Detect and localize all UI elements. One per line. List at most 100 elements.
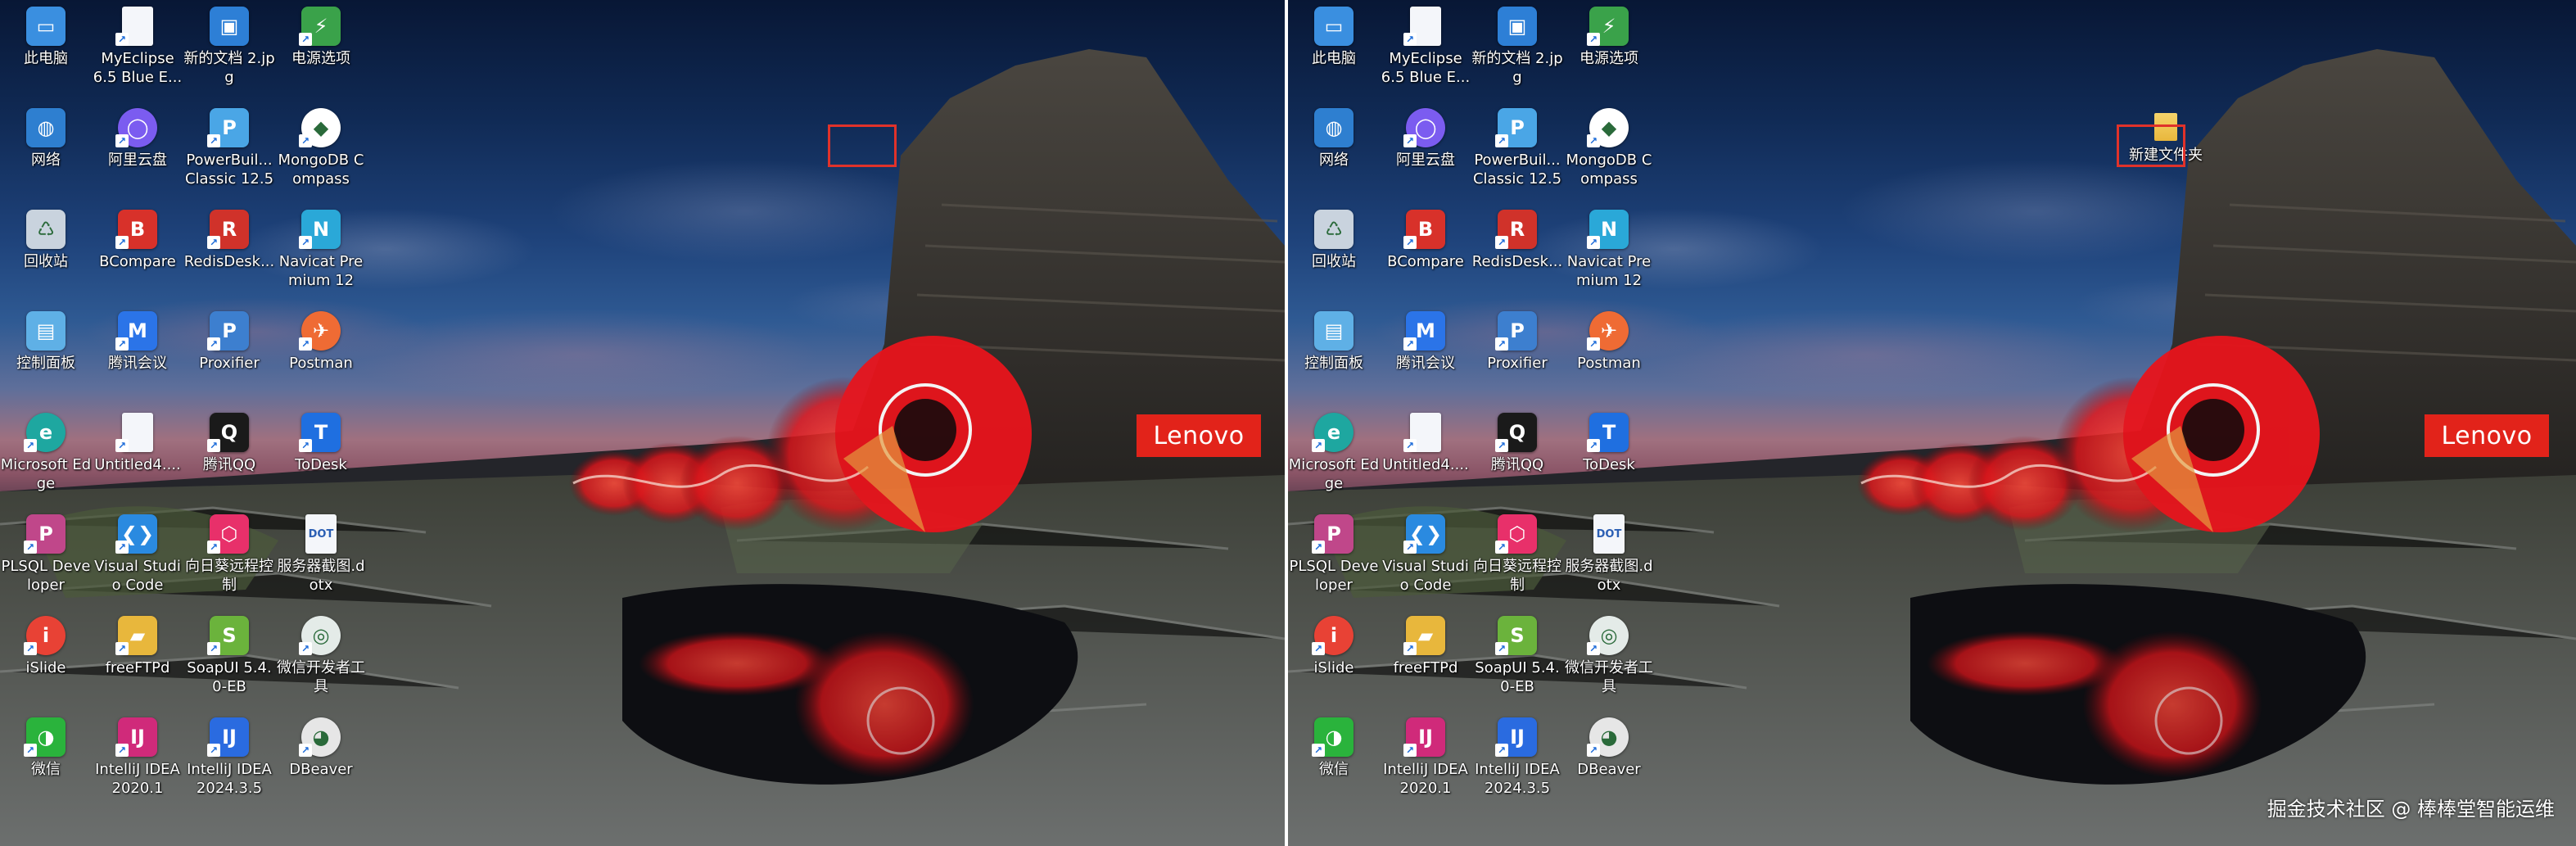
desktop-icon-label: 向日葵远程控制 — [185, 558, 273, 594]
desktop-icon[interactable]: ▣ 新的文档 2.jpg — [183, 0, 275, 97]
desktop-icon[interactable]: IJ ↗ IntelliJ IDEA 2024.3.5 — [183, 711, 275, 808]
desktop-icon-label: 此电脑 — [1312, 50, 1356, 67]
desktop-icon[interactable]: ♺ 回收站 — [1288, 203, 1380, 300]
desktop-icon[interactable]: ◑ ↗ 微信 — [0, 711, 92, 808]
desktop-icon[interactable]: ▰ ↗ freeFTPd — [1380, 609, 1471, 706]
desktop-icon[interactable]: ◎ ↗ 微信开发者工具 — [1563, 609, 1655, 706]
shortcut-arrow-icon: ↗ — [1587, 33, 1600, 46]
dotx-file-icon: DOT — [305, 514, 337, 554]
desktop-icon[interactable]: S ↗ SoapUI 5.4.0-EB — [183, 609, 275, 706]
desktop-icon[interactable]: ◑ ↗ 微信 — [1288, 711, 1380, 808]
desktop-icon[interactable]: ◯ ↗ 阿里云盘 — [92, 102, 183, 198]
desktop-icon[interactable]: ↗ Untitled4.... — [92, 406, 183, 503]
desktop-icon[interactable]: ⚡ ↗ 电源选项 — [275, 0, 367, 97]
desktop-icon[interactable]: ◎ ↗ 微信开发者工具 — [275, 609, 367, 706]
desktop-icon[interactable]: ✈ ↗ Postman — [1563, 305, 1655, 401]
shortcut-arrow-icon: ↗ — [115, 439, 129, 452]
desktop-icon-label: IntelliJ IDEA 2024.3.5 — [1475, 761, 1560, 797]
desktop-icon[interactable]: B ↗ BCompare — [92, 203, 183, 300]
desktop-icon[interactable]: ❮❯ ↗ Visual Studio Code — [92, 508, 183, 604]
desktop-icon[interactable]: ◆ ↗ MongoDB Compass — [275, 102, 367, 198]
desktop-icon-label: 腾讯会议 — [108, 355, 167, 372]
desktop-icon[interactable]: ♺ 回收站 — [0, 203, 92, 300]
shortcut-arrow-icon: ↗ — [1312, 744, 1325, 757]
desktop-icon[interactable]: T ↗ ToDesk — [275, 406, 367, 503]
desktop-icon[interactable]: ⬡ ↗ 向日葵远程控制 — [183, 508, 275, 604]
desktop-icon-label: 微信 — [31, 761, 61, 778]
desktop-icon[interactable]: P ↗ PLSQL Developer — [1288, 508, 1380, 604]
desktop-icon-label: 微信 — [1319, 761, 1349, 778]
desktop-before[interactable]: ▭ 此电脑 ↗ MyEclipse 6.5 Blue E... ▣ 新的文档 2.jpg ⚡… — [0, 0, 1285, 846]
shortcut-arrow-icon: ↗ — [1587, 337, 1600, 351]
desktop-icon[interactable]: ◍ 网络 — [0, 102, 92, 198]
desktop-icon[interactable]: P ↗ PowerBuil... Classic 12.5 — [183, 102, 275, 198]
desktop-icon[interactable]: Q ↗ 腾讯QQ — [1471, 406, 1563, 503]
desktop-icon[interactable]: ↗ MyEclipse 6.5 Blue E... — [92, 0, 183, 97]
desktop-icon[interactable]: P ↗ PowerBuil... Classic 12.5 — [1471, 102, 1563, 198]
desktop-icon[interactable]: ❮❯ ↗ Visual Studio Code — [1380, 508, 1471, 604]
image-file-icon: ▣ — [1498, 7, 1537, 46]
desktop-icon[interactable]: IJ ↗ IntelliJ IDEA 2024.3.5 — [1471, 711, 1563, 808]
shortcut-arrow-icon: ↗ — [1495, 744, 1508, 757]
desktop-after[interactable]: ▭ 此电脑 ↗ MyEclipse 6.5 Blue E... ▣ 新的文档 2.jpg ⚡… — [1288, 0, 2576, 846]
desktop-icon[interactable]: i ↗ iSlide — [0, 609, 92, 706]
desktop-icon[interactable]: P ↗ PLSQL Developer — [0, 508, 92, 604]
desktop-icon[interactable]: B ↗ BCompare — [1380, 203, 1471, 300]
desktop-icon[interactable]: e ↗ Microsoft Edge — [0, 406, 92, 503]
desktop-icon[interactable]: ▰ ↗ freeFTPd — [92, 609, 183, 706]
desktop-icon-label: 控制面板 — [1304, 355, 1363, 372]
desktop-icon[interactable]: i ↗ iSlide — [1288, 609, 1380, 706]
desktop-icon[interactable]: IJ ↗ IntelliJ IDEA 2020.1 — [1380, 711, 1471, 808]
desktop-icon[interactable]: ✈ ↗ Postman — [275, 305, 367, 401]
desktop-icon[interactable]: ⚡ ↗ 电源选项 — [1563, 0, 1655, 97]
desktop-icon[interactable]: ◍ 网络 — [1288, 102, 1380, 198]
desktop-icon[interactable]: ▤ 控制面板 — [0, 305, 92, 401]
desktop-icon-label: PLSQL Developer — [1, 558, 91, 594]
desktop-icon[interactable]: ▣ 新的文档 2.jpg — [1471, 0, 1563, 97]
desktop-icon[interactable]: ▭ 此电脑 — [0, 0, 92, 97]
desktop-icon-label: SoapUI 5.4.0-EB — [1475, 659, 1560, 695]
shortcut-arrow-icon: ↗ — [1403, 236, 1417, 249]
shortcut-arrow-icon: ↗ — [1403, 642, 1417, 655]
desktop-icon[interactable]: P ↗ Proxifier — [183, 305, 275, 401]
desktop-icon[interactable]: ◆ ↗ MongoDB Compass — [1563, 102, 1655, 198]
shortcut-arrow-icon: ↗ — [115, 337, 129, 351]
shortcut-arrow-icon: ↗ — [207, 642, 220, 655]
desktop-icon[interactable]: ◕ ↗ DBeaver — [275, 711, 367, 808]
desktop-icon[interactable]: N ↗ Navicat Premium 12 — [275, 203, 367, 300]
desktop-icon[interactable]: R ↗ RedisDesk... — [1471, 203, 1563, 300]
light-painting — [1857, 336, 2320, 532]
desktop-icon[interactable]: ↗ Untitled4.... — [1380, 406, 1471, 503]
desktop-icon-label: 此电脑 — [24, 50, 68, 67]
desktop-icon[interactable]: ◯ ↗ 阿里云盘 — [1380, 102, 1471, 198]
desktop-icon-label: freeFTPd — [1393, 659, 1458, 676]
desktop-icon[interactable]: ◕ ↗ DBeaver — [1563, 711, 1655, 808]
desktop-icon[interactable]: P ↗ Proxifier — [1471, 305, 1563, 401]
desktop-icon-label: MongoDB Compass — [1566, 152, 1652, 188]
desktop-icon[interactable]: IJ ↗ IntelliJ IDEA 2020.1 — [92, 711, 183, 808]
desktop-icon[interactable]: ▭ 此电脑 — [1288, 0, 1380, 97]
this-pc-icon: ▭ — [26, 7, 66, 46]
desktop-icon-label: PLSQL Developer — [1289, 558, 1379, 594]
desktop-icon[interactable]: ▤ 控制面板 — [1288, 305, 1380, 401]
shortcut-arrow-icon: ↗ — [1403, 541, 1417, 554]
desktop-icon[interactable]: M ↗ 腾讯会议 — [92, 305, 183, 401]
desktop-icon[interactable]: S ↗ SoapUI 5.4.0-EB — [1471, 609, 1563, 706]
desktop-icon[interactable]: Q ↗ 腾讯QQ — [183, 406, 275, 503]
desktop-icon[interactable]: DOT 服务器截图.dotx — [1563, 508, 1655, 604]
desktop-icon[interactable]: M ↗ 腾讯会议 — [1380, 305, 1471, 401]
desktop-icon-label: Postman — [1577, 355, 1641, 372]
desktop-icon-label: 微信开发者工具 — [277, 659, 365, 695]
desktop-icon[interactable]: ⬡ ↗ 向日葵远程控制 — [1471, 508, 1563, 604]
desktop-icon-label: BCompare — [99, 253, 176, 270]
desktop-icon-label: 新的文档 2.jpg — [183, 50, 275, 86]
desktop-icon-label: 回收站 — [24, 253, 68, 270]
desktop-icon[interactable]: e ↗ Microsoft Edge — [1288, 406, 1380, 503]
desktop-icon[interactable]: N ↗ Navicat Premium 12 — [1563, 203, 1655, 300]
desktop-icon[interactable]: DOT 服务器截图.dotx — [275, 508, 367, 604]
desktop-icon-label: MyEclipse 6.5 Blue E... — [1381, 50, 1471, 86]
screenshot-comparison: ▭ 此电脑 ↗ MyEclipse 6.5 Blue E... ▣ 新的文档 2.jpg ⚡… — [0, 0, 2576, 846]
desktop-icon[interactable]: R ↗ RedisDesk... — [183, 203, 275, 300]
desktop-icon[interactable]: T ↗ ToDesk — [1563, 406, 1655, 503]
desktop-icon[interactable]: ↗ MyEclipse 6.5 Blue E... — [1380, 0, 1471, 97]
